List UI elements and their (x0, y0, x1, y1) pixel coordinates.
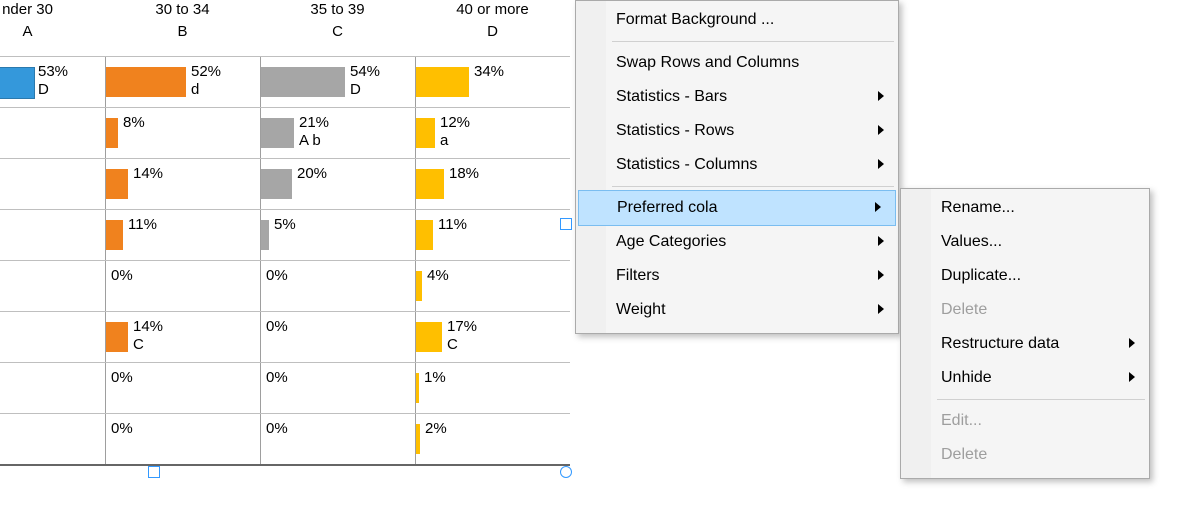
cell-value: 53% (38, 63, 68, 81)
cell-value: 14% (133, 318, 163, 336)
cell-value: 11% (128, 216, 157, 234)
cell-value: 14% (133, 165, 163, 183)
submenu-values[interactable]: Values... (901, 225, 1149, 259)
submenu-restructure-data[interactable]: Restructure data (901, 327, 1149, 361)
menu-statistics-rows[interactable]: Statistics - Rows (576, 114, 898, 148)
cell-sig: D (38, 81, 68, 99)
selection-handle[interactable] (560, 466, 572, 478)
chart-table[interactable]: nder 30 A 30 to 34 B 35 to 39 C 40 or mo… (0, 0, 570, 466)
cell-value: 0% (266, 420, 288, 438)
submenu-arrow-icon (878, 159, 884, 169)
cell-value: 0% (111, 420, 133, 438)
submenu-preferred-cola: Rename... Values... Duplicate... Delete … (900, 188, 1150, 479)
context-menu: Format Background ... Swap Rows and Colu… (575, 0, 899, 334)
cell-value: 8% (123, 114, 145, 132)
cell-value: 21% (299, 114, 329, 132)
cell-value: 0% (266, 369, 288, 387)
cell-value: 12% (440, 114, 470, 132)
table-row: 0% 0% 2% (0, 413, 570, 466)
cell-sig: D (350, 81, 380, 99)
menu-filters[interactable]: Filters (576, 259, 898, 293)
cell-value: 17% (447, 318, 477, 336)
submenu-arrow-icon (878, 91, 884, 101)
cell-sig: d (191, 81, 221, 99)
cell-sig: C (447, 336, 477, 354)
submenu-arrow-icon (1129, 338, 1135, 348)
cell-value: 4% (427, 267, 449, 285)
submenu-rename[interactable]: Rename... (901, 191, 1149, 225)
selection-handle[interactable] (148, 466, 160, 478)
cell-value: 20% (297, 165, 327, 183)
menu-separator (612, 41, 894, 42)
submenu-arrow-icon (878, 125, 884, 135)
cell-value: 0% (266, 318, 288, 336)
cell-value: 54% (350, 63, 380, 81)
column-headers: nder 30 A 30 to 34 B 35 to 39 C 40 or mo… (0, 0, 570, 56)
submenu-arrow-icon (878, 270, 884, 280)
cell-value: 1% (424, 369, 446, 387)
table-row: 7% 14% 20% 18% (0, 158, 570, 209)
menu-swap-rows-columns[interactable]: Swap Rows and Columns (576, 46, 898, 80)
submenu-arrow-icon (878, 304, 884, 314)
submenu-delete: Delete (901, 293, 1149, 327)
menu-separator (612, 186, 894, 187)
cell-value: 0% (111, 267, 133, 285)
submenu-arrow-icon (875, 202, 881, 212)
cell-sig: a (440, 132, 470, 150)
menu-age-categories[interactable]: Age Categories (576, 225, 898, 259)
submenu-duplicate[interactable]: Duplicate... (901, 259, 1149, 293)
submenu-edit: Edit... (901, 404, 1149, 438)
menu-format-background[interactable]: Format Background ... (576, 3, 898, 37)
table-row: 0% 0% 4% (0, 260, 570, 311)
cell-value: 0% (111, 369, 133, 387)
menu-weight[interactable]: Weight (576, 293, 898, 327)
table-row: 11% 5% 11% (0, 209, 570, 260)
submenu-delete-2: Delete (901, 438, 1149, 472)
cell-value: 11% (438, 216, 467, 234)
cell-value: 5% (274, 216, 296, 234)
table-row: 8% 14% C 0% 17% C (0, 311, 570, 362)
cell-value: 52% (191, 63, 221, 81)
submenu-unhide[interactable]: Unhide (901, 361, 1149, 395)
col-header-c: 35 to 39 C (260, 0, 415, 56)
cell-sig: A b (299, 132, 329, 150)
table-row: 8% 21% A b 12% a (0, 107, 570, 158)
submenu-arrow-icon (1129, 372, 1135, 382)
table-row: 0% 0% 1% (0, 362, 570, 413)
menu-preferred-cola[interactable]: Preferred cola (578, 190, 896, 226)
menu-statistics-columns[interactable]: Statistics - Columns (576, 148, 898, 182)
cell-value: 18% (449, 165, 479, 183)
cell-value: 34% (474, 63, 504, 81)
selection-handle[interactable] (560, 218, 572, 230)
menu-separator (937, 399, 1145, 400)
col-header-d: 40 or more D (415, 0, 570, 56)
table-row: 53% D 52% d 54% D 34% (0, 56, 570, 107)
cell-sig: C (133, 336, 163, 354)
submenu-arrow-icon (878, 236, 884, 246)
cell-value: 2% (425, 420, 447, 438)
menu-statistics-bars[interactable]: Statistics - Bars (576, 80, 898, 114)
col-header-b: 30 to 34 B (105, 0, 260, 56)
col-header-a: nder 30 A (0, 0, 105, 56)
cell-value: 0% (266, 267, 288, 285)
